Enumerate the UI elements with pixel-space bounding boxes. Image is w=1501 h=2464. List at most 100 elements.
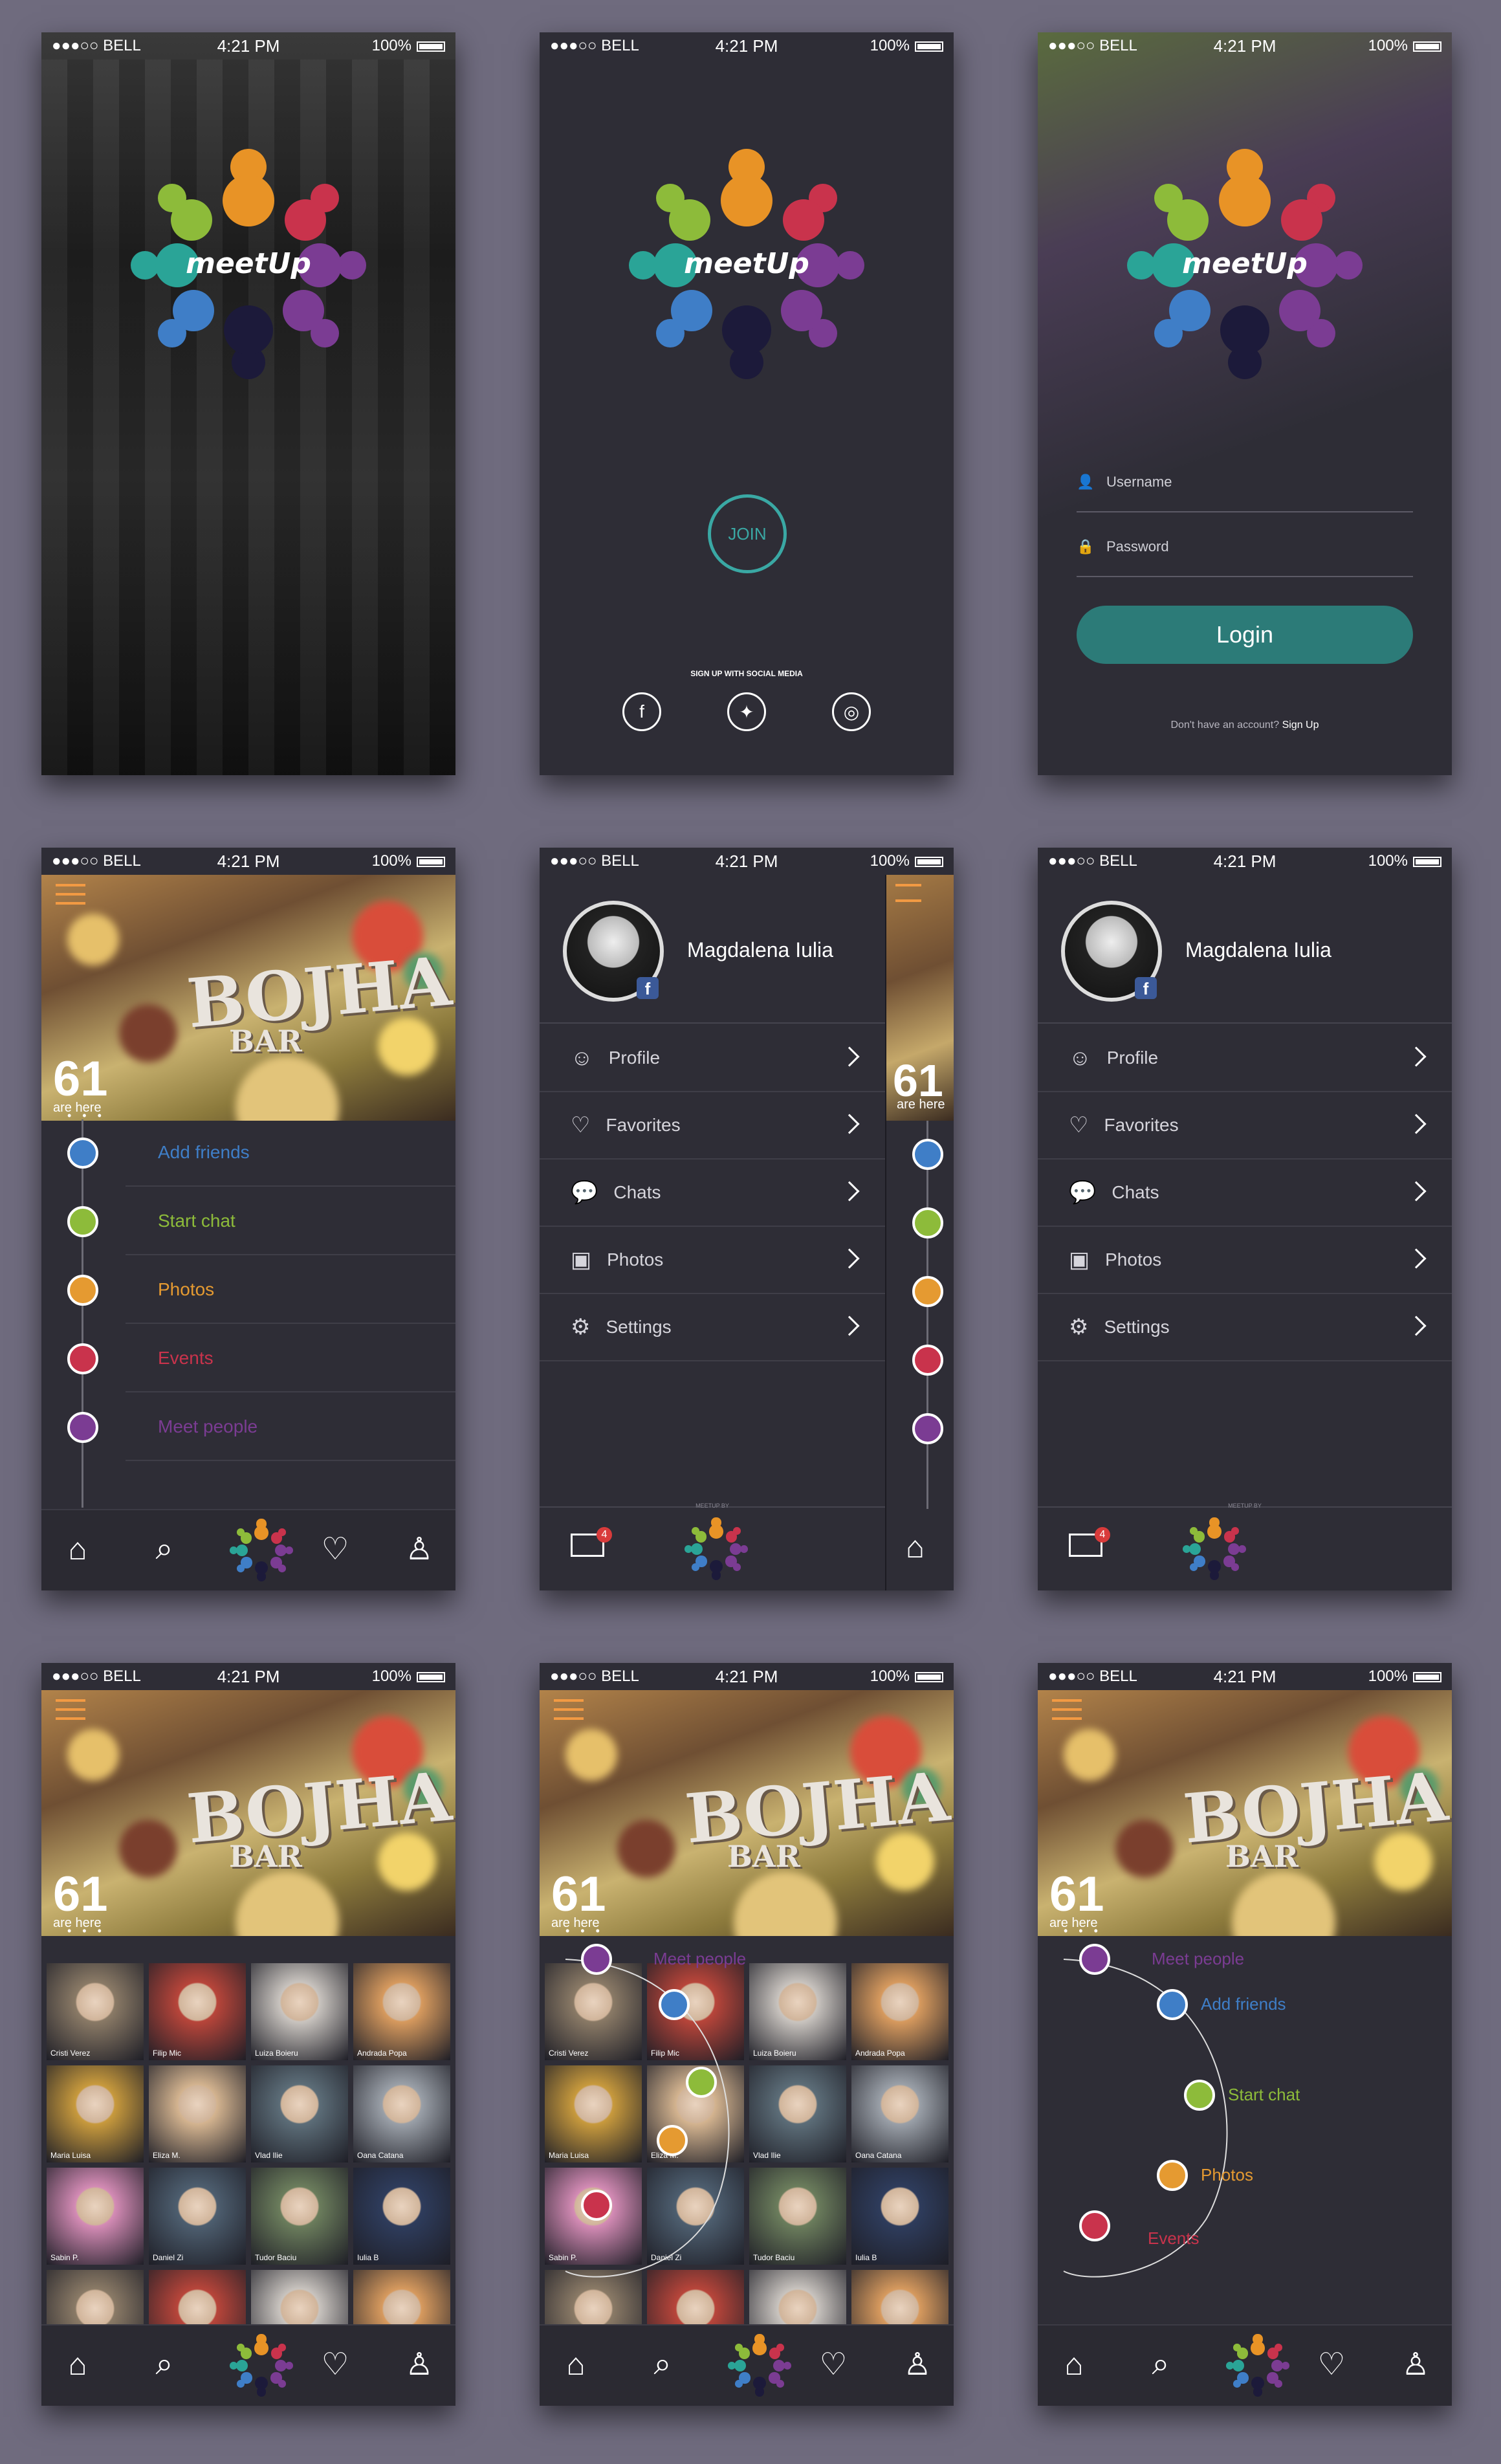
burger-icon[interactable] [895,884,921,902]
page-indicator[interactable]: • • • [67,1109,105,1121]
person-tile[interactable]: Iulia B [353,2168,450,2265]
burger-icon[interactable] [554,1699,584,1720]
menu-item-favorites[interactable]: ♡ Favorites [1038,1092,1452,1160]
timeline-node-2[interactable] [67,1275,98,1306]
favorites-folder-icon[interactable]: ♡ [814,2345,853,2384]
arc-node-events[interactable] [1079,2210,1110,2241]
person-tile[interactable] [851,2270,948,2324]
timeline-node-3[interactable] [912,1345,943,1376]
burger-icon[interactable] [56,1699,85,1720]
person-tile[interactable] [149,2270,246,2324]
person-tile[interactable]: Eliza M. [149,2065,246,2162]
menu-item-settings[interactable]: ⚙ Settings [1038,1294,1452,1361]
person-tile[interactable]: Sabin P. [47,2168,144,2265]
person-tile[interactable]: Maria Luisa [47,2065,144,2162]
username-field[interactable]: 👤 Username [1077,453,1413,512]
home-icon[interactable]: ⌂ [58,2345,97,2384]
person-tile[interactable]: Vlad Ilie [749,2065,846,2162]
user-icon[interactable]: ♙ [1396,2345,1435,2384]
person-tile[interactable]: Tudor Baciu [251,2168,348,2265]
arc-node-add-friends[interactable] [659,1989,690,2020]
logo-tab[interactable] [226,2331,298,2402]
arc-item-label[interactable]: Add friends [1201,1994,1286,2014]
menu-item-profile[interactable]: ☺ Profile [1038,1025,1452,1092]
person-tile[interactable] [545,2270,642,2324]
meetup-logo-small[interactable] [681,1514,752,1585]
timeline-node-0[interactable] [912,1139,943,1170]
user-icon[interactable]: ♙ [400,2345,439,2384]
menu-item-chats[interactable]: 💬 Chats [1038,1160,1452,1227]
person-tile[interactable]: Vlad Ilie [251,2065,348,2162]
person-tile[interactable] [749,2270,846,2324]
person-tile[interactable]: Andrada Popa [851,1963,948,2060]
arc-item-label[interactable]: Meet people [1152,1949,1244,1969]
burger-icon[interactable] [56,884,85,905]
page-indicator[interactable]: • • • [565,1924,604,1936]
menu-item-photos[interactable]: ▣ Photos [1038,1227,1452,1294]
arc-node-meet-people[interactable] [1079,1944,1110,1975]
search-icon[interactable]: ⌕ [1141,2345,1180,2384]
password-field[interactable]: 🔒 Password [1077,518,1413,577]
arc-node-meet-people[interactable] [581,1944,612,1975]
person-tile[interactable]: Oana Catana [851,2065,948,2162]
person-tile[interactable]: Tudor Baciu [749,2168,846,2265]
person-tile[interactable] [647,2270,744,2324]
person-tile[interactable] [47,2270,144,2324]
search-icon[interactable]: ⌕ [145,2345,184,2384]
logo-tab[interactable] [226,1515,298,1587]
favorites-folder-icon[interactable]: ♡ [316,1530,355,1568]
person-tile[interactable]: Maria Luisa [545,2065,642,2162]
arc-node-start-chat[interactable] [686,2067,717,2098]
timeline-node-1[interactable] [912,1207,943,1238]
menu-item-photos[interactable]: ▣ Photos [540,1227,885,1294]
page-indicator[interactable]: • • • [1064,1924,1102,1936]
timeline-node-0[interactable] [67,1138,98,1169]
menu-item-settings[interactable]: ⚙ Settings [540,1294,885,1361]
timeline-item[interactable]: Start chat [126,1188,455,1255]
burger-icon[interactable] [1052,1699,1082,1720]
person-tile[interactable] [353,2270,450,2324]
instagram-icon[interactable]: ◎ [832,692,871,731]
person-tile[interactable]: Luiza Boieru [749,1963,846,2060]
login-button[interactable]: Login [1077,606,1413,664]
logo-tab[interactable] [1223,2331,1294,2402]
timeline-node-3[interactable] [67,1343,98,1374]
person-tile[interactable]: Oana Catana [353,2065,450,2162]
person-tile[interactable]: Cristi Verez [545,1963,642,2060]
person-tile[interactable]: Andrada Popa [353,1963,450,2060]
person-tile[interactable]: Luiza Boieru [251,1963,348,2060]
timeline-node-4[interactable] [67,1412,98,1443]
timeline-node-2[interactable] [912,1276,943,1307]
twitter-icon[interactable]: ✦ [727,692,766,731]
timeline-node-1[interactable] [67,1206,98,1237]
arc-item-label[interactable]: Photos [1201,2165,1253,2185]
home-icon[interactable]: ⌂ [556,2345,595,2384]
timeline-node-4[interactable] [912,1413,943,1444]
arc-item-label[interactable]: Events [1148,2228,1200,2249]
home-icon[interactable]: ⌂ [58,1530,97,1568]
meetup-logo-small[interactable] [1179,1514,1251,1585]
logo-tab[interactable] [725,2331,796,2402]
person-tile[interactable]: Daniel Zi [647,2168,744,2265]
person-tile[interactable] [251,2270,348,2324]
timeline-item[interactable]: Events [126,1325,455,1392]
venue-peek[interactable]: 61 are here ⌂ [885,875,954,1590]
arc-node-add-friends[interactable] [1157,1989,1188,2020]
person-tile[interactable]: Filip Mic [149,1963,246,2060]
arc-node-photos[interactable] [657,2125,688,2156]
person-tile[interactable]: Daniel Zi [149,2168,246,2265]
join-button[interactable]: JOIN [708,494,787,573]
search-icon[interactable]: ⌕ [643,2345,682,2384]
signup-link[interactable]: Sign Up [1282,720,1319,731]
timeline-item[interactable]: Add friends [126,1119,455,1187]
page-indicator[interactable]: • • • [67,1924,105,1936]
facebook-icon[interactable]: f [622,692,661,731]
home-icon[interactable]: ⌂ [1055,2345,1093,2384]
arc-node-events[interactable] [581,2190,612,2221]
arc-node-start-chat[interactable] [1184,2080,1215,2111]
search-icon[interactable]: ⌕ [145,1530,184,1568]
person-tile[interactable]: Cristi Verez [47,1963,144,2060]
favorites-folder-icon[interactable]: ♡ [316,2345,355,2384]
favorites-folder-icon[interactable]: ♡ [1312,2345,1351,2384]
person-tile[interactable]: Iulia B [851,2168,948,2265]
